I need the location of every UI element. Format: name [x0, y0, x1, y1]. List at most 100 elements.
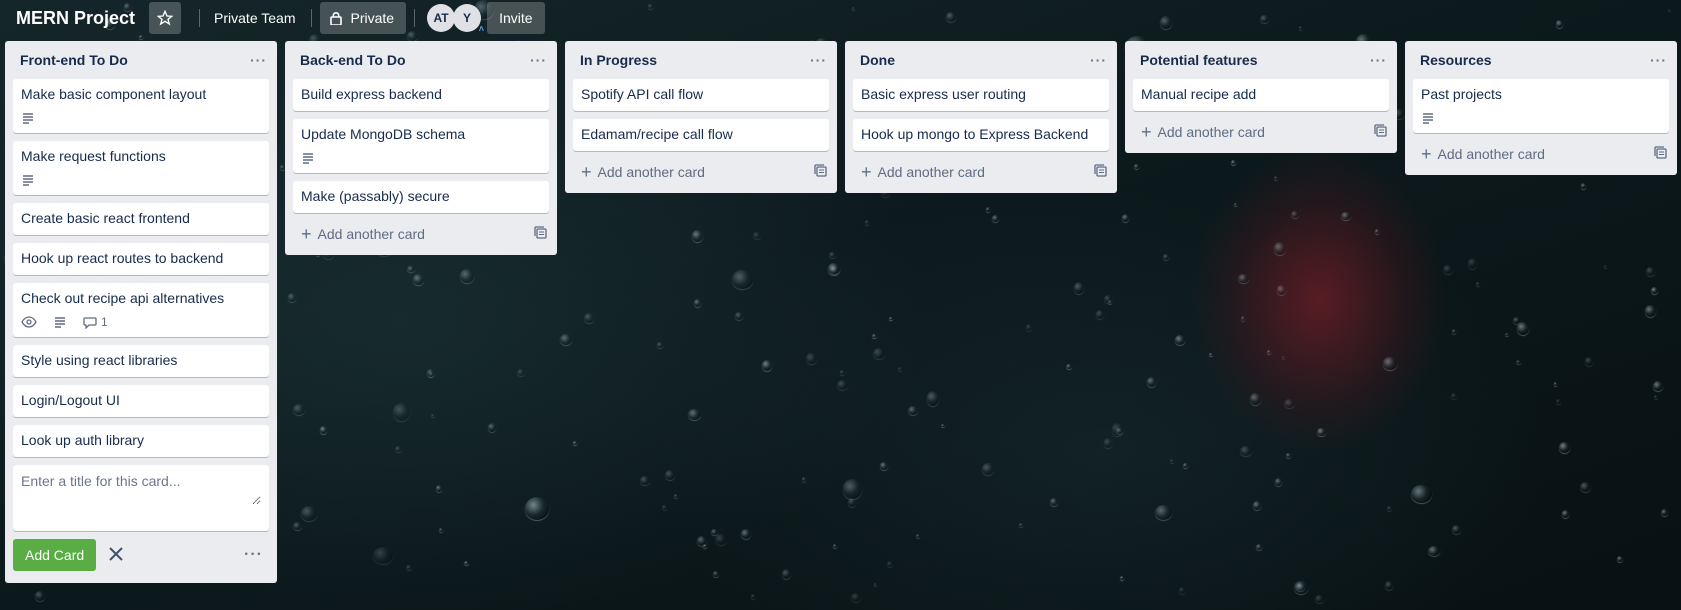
comment-badge: 1	[83, 315, 108, 329]
list-title[interactable]: Potential features	[1140, 52, 1257, 68]
visibility-button[interactable]: Private	[320, 2, 407, 34]
list-card[interactable]: Make basic component layout	[13, 79, 269, 133]
list-card[interactable]: Manual recipe add	[1133, 79, 1389, 111]
visibility-label: Private	[350, 10, 395, 26]
card-title: Check out recipe api alternatives	[21, 290, 225, 306]
list-card[interactable]: Spotify API call flow	[573, 79, 829, 111]
list-title[interactable]: Resources	[1420, 52, 1492, 68]
avatar[interactable]: Y ˄	[453, 4, 484, 34]
list-resources: Resources ··· Past projects + Add another…	[1405, 41, 1677, 175]
add-card-label: Add another card	[1437, 146, 1545, 162]
plus-icon: +	[861, 162, 872, 182]
member-avatars: AT Y ˄	[427, 4, 484, 34]
rain-drop	[751, 593, 756, 599]
add-another-card-button[interactable]: + Add another card	[1405, 137, 1677, 171]
list-header: Back-end To Do ···	[285, 41, 557, 79]
list-card[interactable]: Hook up react routes to backend	[13, 243, 269, 275]
description-icon	[1421, 112, 1439, 124]
list-card[interactable]: Update MongoDB schema	[293, 119, 549, 173]
card-template-icon[interactable]	[1374, 124, 1387, 140]
card-template-icon[interactable]	[1094, 164, 1107, 180]
list-menu-button[interactable]: ···	[1090, 52, 1107, 68]
card-title: Style using react libraries	[21, 352, 178, 368]
list-menu-button[interactable]: ···	[1650, 52, 1667, 68]
header-divider	[199, 9, 201, 27]
plus-icon: +	[301, 224, 312, 244]
plus-icon: +	[1141, 122, 1152, 142]
board-header: MERN Project Private Team Private AT Y ˄ …	[0, 0, 1681, 36]
list-card[interactable]: Style using react libraries	[13, 345, 269, 377]
list-card[interactable]: Create basic react frontend	[13, 203, 269, 235]
list-card[interactable]: Edamam/recipe call flow	[573, 119, 829, 151]
list-card[interactable]: Make (passably) secure	[293, 181, 549, 213]
invite-label: Invite	[499, 10, 533, 26]
add-card-button[interactable]: Add Card	[13, 539, 97, 571]
description-icon	[21, 112, 39, 124]
card-title: Spotify API call flow	[581, 86, 704, 102]
card-title: Past projects	[1421, 86, 1502, 102]
team-button[interactable]: Private Team	[208, 2, 301, 34]
list-front-end-to-do: Front-end To Do ··· Make basic component…	[5, 41, 277, 583]
add-another-card-button[interactable]: + Add another card	[565, 155, 837, 189]
lock-icon	[330, 11, 343, 25]
plus-icon: +	[1421, 144, 1432, 164]
list-card[interactable]: Check out recipe api alternatives 1	[13, 283, 269, 337]
description-icon	[21, 174, 39, 186]
avatar[interactable]: AT	[427, 4, 456, 32]
card-title: Create basic react frontend	[21, 210, 190, 226]
header-divider	[311, 9, 313, 27]
list-title[interactable]: Done	[860, 52, 895, 68]
add-card-label: Add another card	[1157, 124, 1265, 140]
card-badges	[301, 149, 541, 167]
close-icon[interactable]	[108, 544, 124, 566]
header-divider	[414, 9, 416, 27]
list-card[interactable]: Hook up mongo to Express Backend	[853, 119, 1109, 151]
card-badges: 1	[21, 313, 261, 331]
description-icon	[53, 316, 71, 328]
card-template-icon[interactable]	[814, 164, 827, 180]
list-title[interactable]: In Progress	[580, 52, 657, 68]
list-card[interactable]: Build express backend	[293, 79, 549, 111]
star-button[interactable]	[149, 2, 182, 34]
rain-drop	[850, 592, 861, 603]
board-title[interactable]: MERN Project	[16, 8, 135, 29]
card-title: Make basic component layout	[21, 86, 207, 102]
list-header: Potential features ···	[1125, 41, 1397, 79]
list-menu-button[interactable]: ···	[530, 52, 547, 68]
add-card-label: Add another card	[597, 164, 705, 180]
card-title: Hook up mongo to Express Backend	[861, 126, 1089, 142]
more-icon[interactable]: ···	[244, 546, 263, 564]
card-title: Manual recipe add	[1141, 86, 1257, 102]
card-badges	[1421, 109, 1661, 127]
add-card-label: Add another card	[317, 226, 425, 242]
card-title: Basic express user routing	[861, 86, 1026, 102]
list-menu-button[interactable]: ···	[810, 52, 827, 68]
add-another-card-button[interactable]: + Add another card	[1125, 115, 1397, 149]
add-another-card-button[interactable]: + Add another card	[285, 217, 557, 251]
list-done: Done ··· Basic express user routing Hook…	[845, 41, 1117, 193]
team-label: Private Team	[214, 10, 296, 26]
add-another-card-button[interactable]: + Add another card	[845, 155, 1117, 189]
list-menu-button[interactable]: ···	[1370, 52, 1387, 68]
invite-button[interactable]: Invite	[487, 2, 545, 34]
card-title-input[interactable]	[21, 473, 261, 505]
list-card[interactable]: Login/Logout UI	[13, 385, 269, 417]
list-header: Done ···	[845, 41, 1117, 79]
list-header: In Progress ···	[565, 41, 837, 79]
list-card[interactable]: Make request functions	[13, 141, 269, 195]
card-template-icon[interactable]	[534, 226, 547, 242]
list-title[interactable]: Front-end To Do	[20, 52, 128, 68]
composer-controls: Add Card ···	[5, 539, 277, 579]
rain-drop	[1296, 583, 1305, 591]
card-badges	[21, 171, 261, 189]
rain-drop	[34, 591, 46, 601]
list-menu-button[interactable]: ···	[250, 52, 267, 68]
list-card[interactable]: Past projects	[1413, 79, 1669, 133]
card-title: Make request functions	[21, 148, 166, 164]
card-template-icon[interactable]	[1654, 146, 1667, 162]
list-header: Front-end To Do ···	[5, 41, 277, 79]
list-card[interactable]: Look up auth library	[13, 425, 269, 457]
list-card[interactable]: Basic express user routing	[853, 79, 1109, 111]
list-header: Resources ···	[1405, 41, 1677, 79]
list-title[interactable]: Back-end To Do	[300, 52, 406, 68]
